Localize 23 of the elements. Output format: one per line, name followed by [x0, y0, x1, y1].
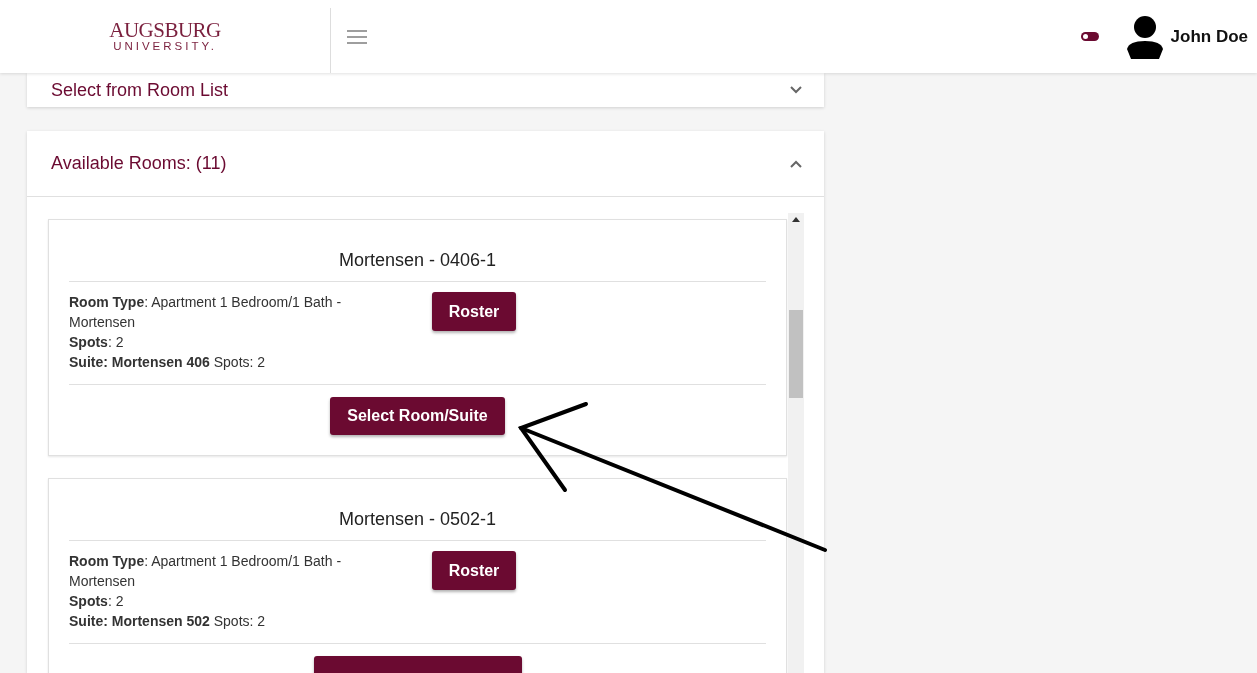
room-detail: Room Type: Apartment 1 Bedroom/1 Bath - Mortensen [69, 552, 343, 591]
room-detail: Suite: Mortensen 502 Spots: 2 [69, 612, 267, 631]
menu-icon[interactable] [347, 29, 367, 44]
chevron-down-icon[interactable] [790, 86, 802, 94]
roster-button[interactable]: Roster [432, 292, 516, 331]
panel-title[interactable]: Select from Room List [51, 79, 229, 101]
roster-button[interactable]: Roster [432, 551, 516, 590]
room-detail: Suite: Mortensen 406 Spots: 2 [69, 353, 267, 372]
user-name[interactable]: John Doe [1170, 26, 1248, 47]
room-detail: Room Type: Apartment 1 Bedroom/1 Bath - Mortensen [69, 293, 343, 332]
scrollbar-thumb[interactable] [789, 310, 803, 398]
university-logo[interactable]: AUGSBURG UNIVERSITY. [109, 20, 221, 53]
panel-title[interactable]: Available Rooms: (11) [51, 153, 227, 174]
scroll-up-icon[interactable] [792, 217, 800, 222]
scrollbar[interactable] [788, 213, 804, 673]
select-room-button[interactable]: Select Room/Suite [330, 397, 505, 435]
user-icon [1124, 14, 1165, 59]
room-detail: Spots: 2 [69, 333, 125, 352]
chevron-up-icon[interactable] [790, 159, 802, 168]
room-title: Mortensen - 0502-1 [69, 479, 766, 541]
toggle-switch[interactable] [1080, 32, 1099, 41]
room-title: Mortensen - 0406-1 [69, 220, 766, 282]
room-detail: Spots: 2 [69, 592, 125, 611]
